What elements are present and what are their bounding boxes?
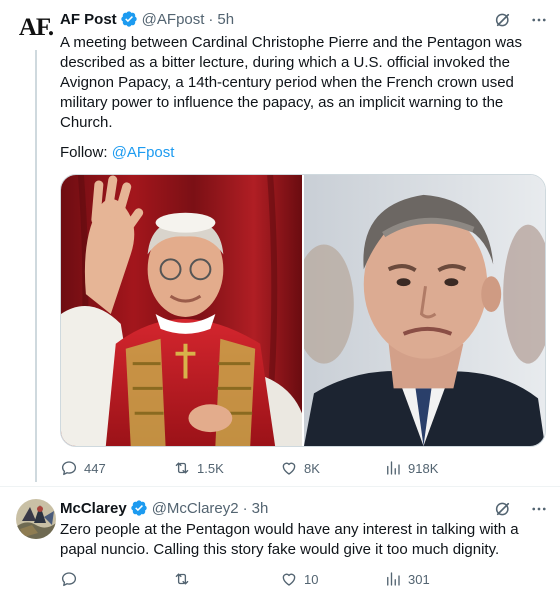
repost-icon: [175, 462, 189, 474]
follow-line: Follow: @AFpost: [60, 143, 174, 163]
media-grid[interactable]: [60, 174, 546, 447]
media-image-cardinal[interactable]: [61, 175, 302, 446]
author-handle[interactable]: @McClarey2: [152, 500, 239, 517]
more-icon[interactable]: [530, 500, 548, 518]
separator-dot: ·: [208, 10, 214, 28]
views-icon: [387, 572, 400, 586]
grok-icon[interactable]: [494, 11, 512, 29]
separator-dot: ·: [242, 499, 248, 517]
tweet-text: A meeting between Cardinal Christophe Pi…: [60, 34, 522, 131]
follow-link[interactable]: @AFpost: [112, 144, 175, 161]
like-icon: [282, 573, 296, 586]
view-count: 301: [408, 571, 430, 587]
media-image-official[interactable]: [304, 175, 545, 446]
tweet-text: Zero people at the Pentagon would have a…: [60, 521, 519, 558]
verified-badge-icon: [131, 500, 147, 516]
like-count: 8K: [304, 460, 320, 476]
repost-button[interactable]: [173, 570, 280, 588]
author-handle[interactable]: @AFpost: [142, 11, 205, 28]
views-icon: [387, 461, 400, 475]
like-button[interactable]: 8K: [280, 459, 384, 477]
like-icon: [282, 462, 296, 475]
avatar[interactable]: [16, 499, 56, 539]
reply-icon: [61, 461, 77, 476]
author-name[interactable]: McClarey: [60, 500, 127, 517]
grok-icon[interactable]: [494, 500, 512, 518]
tweet-reply[interactable]: McClarey @McClarey2 · 3h Zero people at …: [0, 487, 560, 602]
reply-icon: [61, 572, 77, 587]
like-count: 10: [304, 571, 319, 587]
views-button[interactable]: 918K: [384, 459, 507, 477]
tweet-top-actions: [494, 11, 548, 29]
tweet-actions: 10 301: [60, 570, 548, 588]
like-button[interactable]: 10: [280, 570, 384, 588]
reply-count: 447: [84, 460, 106, 476]
tweet-header: McClarey @McClarey2 · 3h: [60, 499, 268, 517]
author-name[interactable]: AF Post: [60, 11, 117, 28]
follow-label: Follow:: [60, 144, 108, 161]
repost-count: 1.5K: [197, 460, 224, 476]
timestamp[interactable]: 3h: [252, 500, 269, 517]
reply-button[interactable]: [60, 570, 173, 588]
thread-line: [35, 50, 37, 482]
more-icon[interactable]: [530, 11, 548, 29]
tweet-actions: 447 1.5K 8K 918K: [60, 459, 548, 477]
avatar-logo-text: AF.: [18, 14, 54, 41]
avatar[interactable]: AF.: [16, 8, 56, 48]
repost-button[interactable]: 1.5K: [173, 459, 280, 477]
tweet-header: AF Post @AFpost · 5h: [60, 10, 234, 28]
timestamp[interactable]: 5h: [217, 11, 234, 28]
repost-icon: [175, 573, 189, 585]
views-button[interactable]: 301: [384, 570, 507, 588]
verified-badge-icon: [120, 11, 137, 27]
reply-button[interactable]: 447: [60, 459, 173, 477]
view-count: 918K: [408, 460, 439, 476]
tweet-main[interactable]: AF. AF Post @AFpost · 5h A meeting betwe…: [0, 0, 560, 487]
tweet-top-actions: [494, 500, 548, 518]
